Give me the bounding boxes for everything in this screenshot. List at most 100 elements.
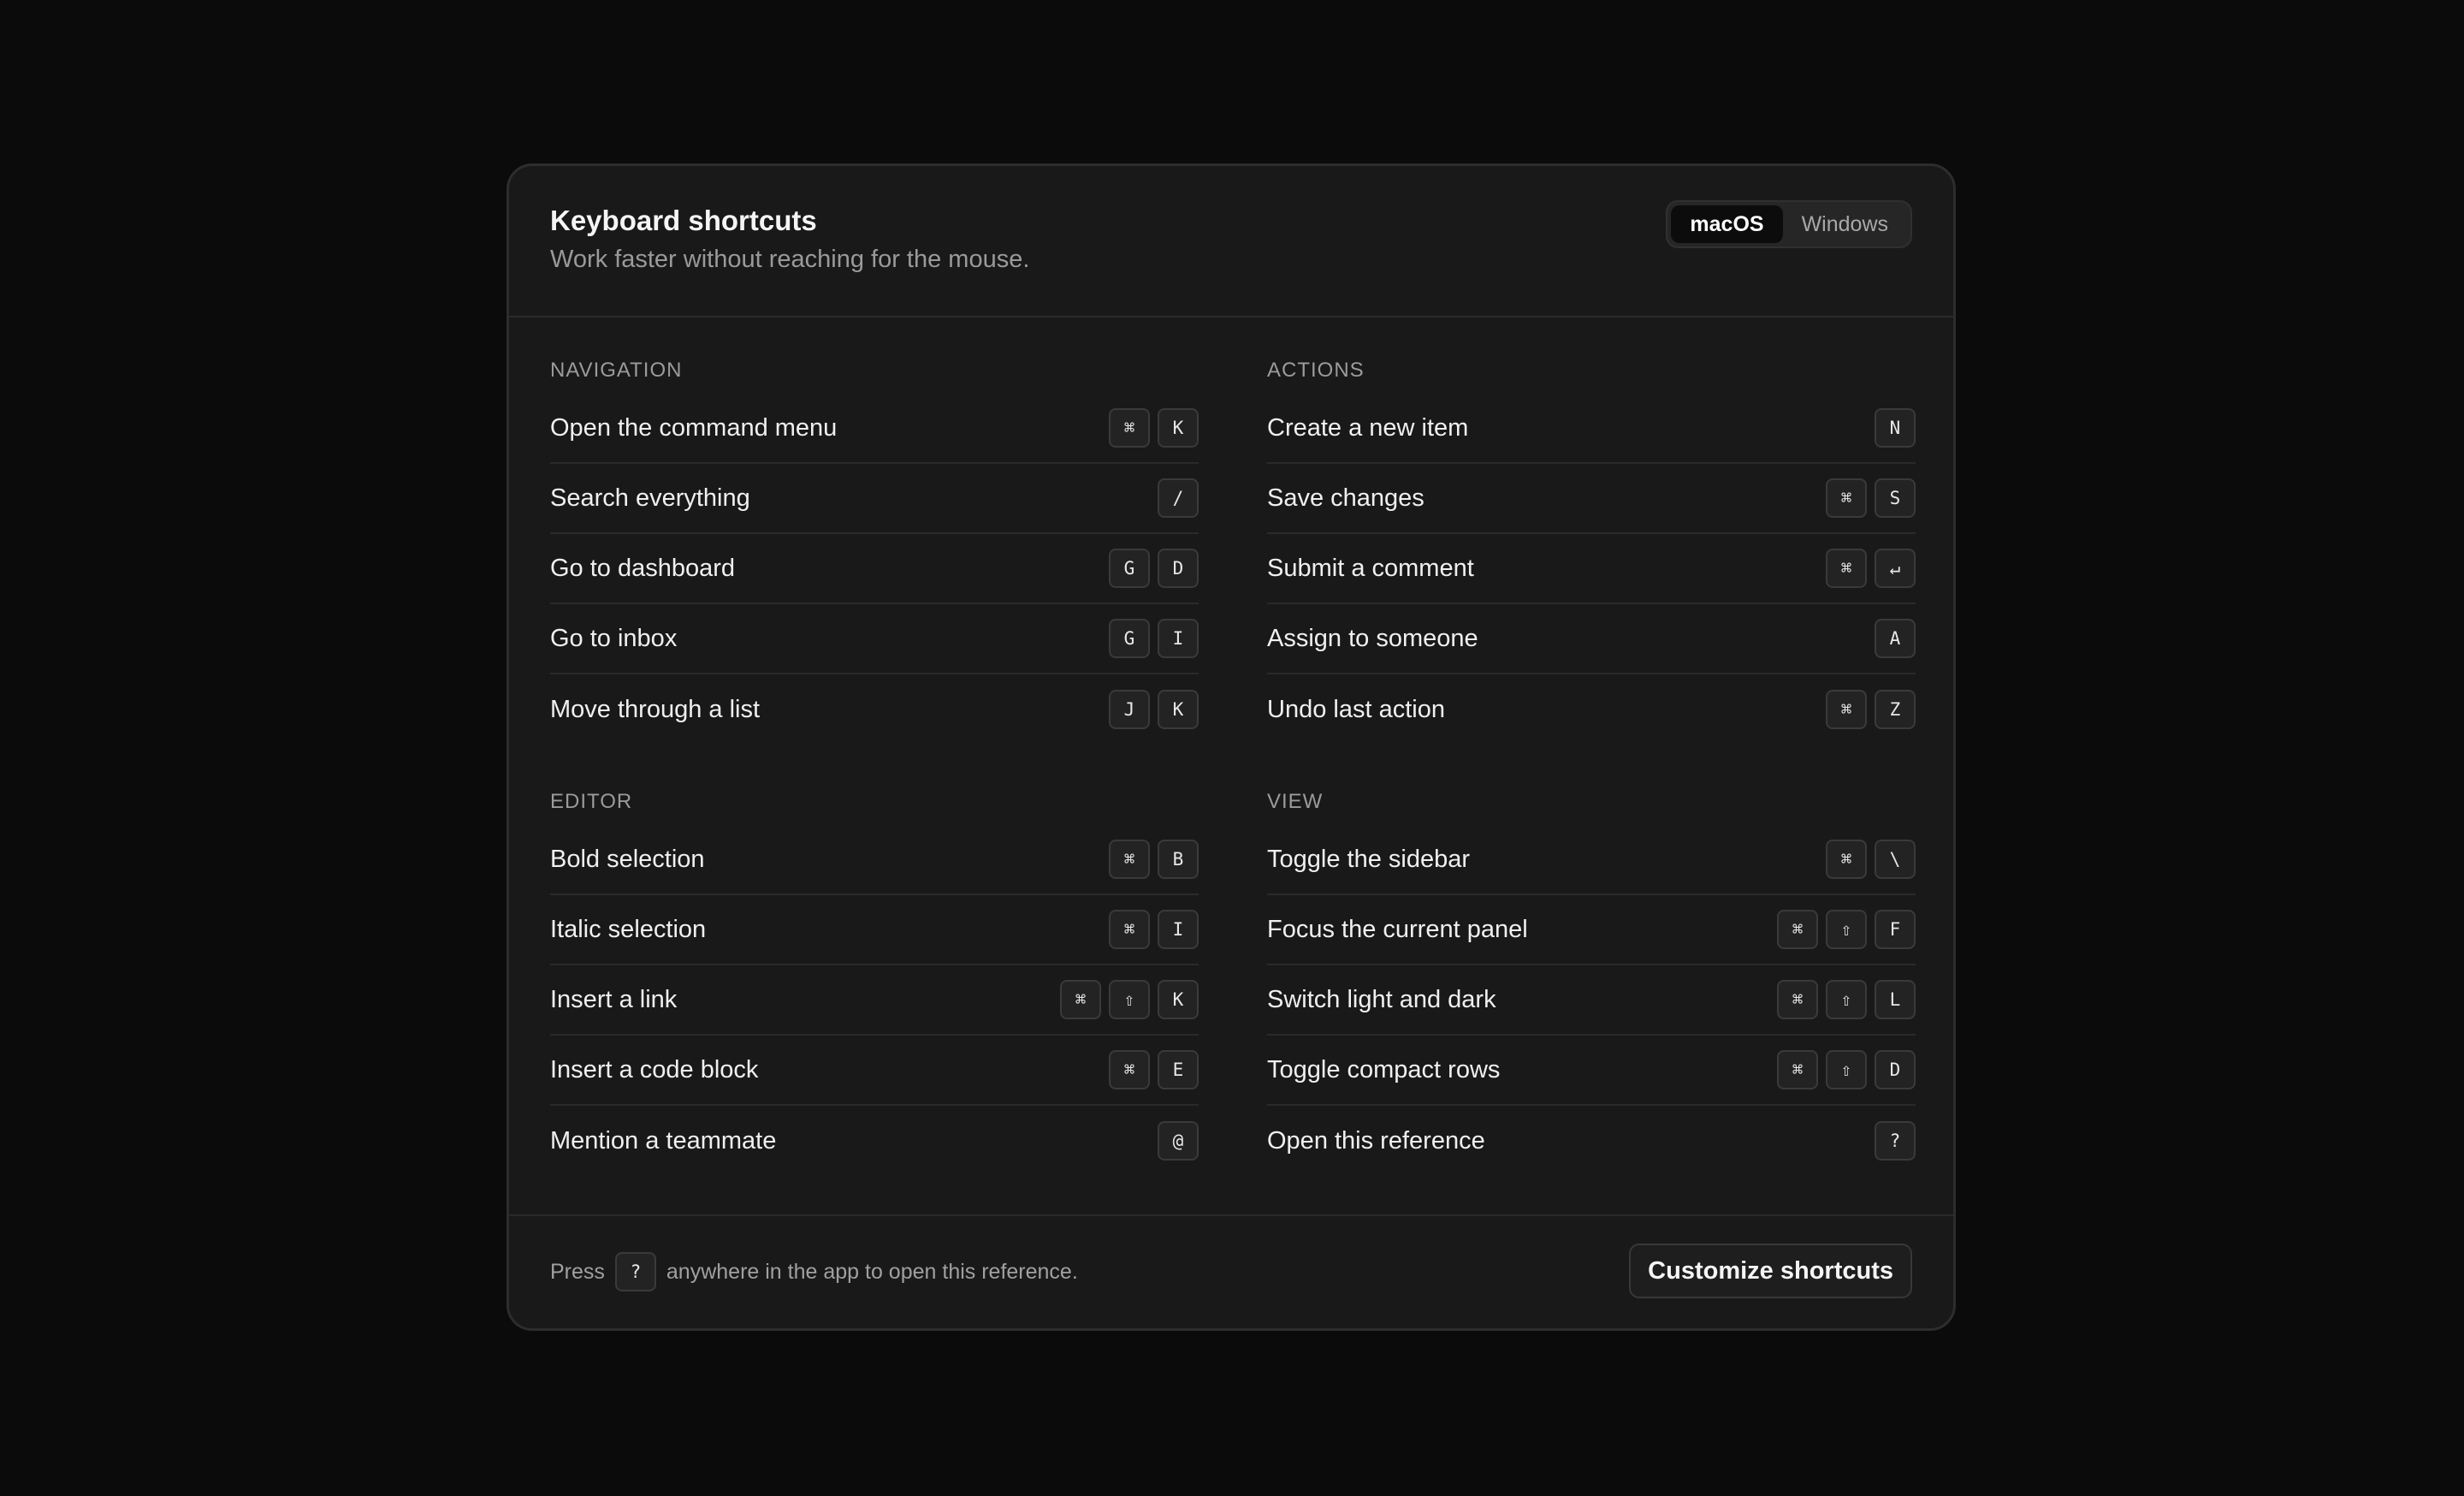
shortcut-list: Bold selection ⌘ B Italic selection ⌘ I Insert… [550,825,1199,1176]
shortcut-row: Toggle compact rows ⌘ ⇧ D [1267,1036,1916,1106]
key-combo: ? [1875,1121,1916,1161]
key-combo: JK [1109,690,1199,729]
key-cap: ⌘ [1777,910,1818,949]
shortcut-row: Mention a teammate @ [550,1106,1199,1176]
shortcut-row: Bold selection ⌘ B [550,825,1199,895]
section-title: VIEW [1267,790,1324,813]
dialog-footer: Press ? anywhere in the app to open this… [509,1214,1953,1328]
key-cap: A [1875,619,1916,658]
shortcut-row: Search everything / [550,464,1199,534]
key-combo: N [1875,408,1916,448]
key-cap: B [1158,840,1199,879]
shortcut-row: Undo last action ⌘ Z [1267,674,1916,745]
key-cap: ⌘ [1109,408,1150,448]
key-cap: @ [1158,1121,1199,1161]
dialog-header: Keyboard shortcuts Work faster without r… [509,166,1953,318]
key-cap: ⌘ [1826,690,1867,729]
key-combo: ⌘ \ [1826,840,1916,879]
shortcut-row: Submit a comment ⌘ ↵ [1267,534,1916,604]
key-cap: ⌘ [1826,549,1867,588]
key-cap: ⇧ [1826,980,1867,1019]
shortcut-row: Go to inbox G I [550,604,1199,674]
key-cap: K [1158,408,1199,448]
shortcut-list: Create a new item N Save changes ⌘ S Submit a… [1267,394,1916,745]
shortcut-row: Save changes ⌘ S [1267,464,1916,534]
key-combo: GI [1109,619,1199,658]
footer-note-prefix: Press [550,1259,605,1284]
shortcut-label: Focus the current panel [1267,915,1528,943]
key-cap: ⌘ [1777,980,1818,1019]
key-combo: ⌘ S [1826,478,1916,518]
key-combo: GD [1109,549,1199,588]
shortcut-label: Go to inbox [550,624,678,652]
key-combo: / [1158,478,1199,518]
key-combo: @ [1158,1121,1199,1161]
shortcut-label: Mention a teammate [550,1126,777,1155]
shortcut-row: Focus the current panel ⌘ ⇧ F [1267,895,1916,965]
shortcut-list: Open the command menu ⌘ K Search everything… [550,394,1199,745]
shortcut-list: Toggle the sidebar ⌘ \ Focus the current pa… [1267,825,1916,1176]
key-cap: Z [1875,690,1916,729]
shortcut-row: Switch light and dark ⌘ ⇧ L [1267,965,1916,1036]
customize-shortcuts-button[interactable]: Customize shortcuts [1629,1244,1912,1298]
key-combo: ⌘ I [1109,910,1199,949]
shortcut-row: Create a new item N [1267,394,1916,464]
key-cap: ⌘ [1060,980,1101,1019]
shortcut-label: Italic selection [550,915,707,943]
shortcut-label: Search everything [550,484,750,512]
key-cap: ⇧ [1826,1050,1867,1089]
shortcut-label: Open the command menu [550,413,838,442]
shortcut-label: Insert a code block [550,1055,759,1083]
section-title: ACTIONS [1267,359,1365,382]
footer-key: ? [614,1252,656,1291]
shortcut-row: Insert a link ⌘ ⇧ K [550,965,1199,1036]
shortcut-label: Toggle the sidebar [1267,845,1470,873]
section-navigation: NAVIGATION Open the command menu ⌘ K Search… [550,356,1199,745]
shortcut-label: Insert a link [550,985,678,1013]
shortcut-label: Assign to someone [1267,624,1478,652]
key-combo: ⌘ E [1109,1050,1199,1089]
key-combo: ⌘ ⇧ K [1060,980,1199,1019]
key-combo: ⌘ Z [1826,690,1916,729]
os-option-macos[interactable]: macOS [1671,205,1783,243]
key-cap: ⇧ [1109,980,1150,1019]
key-cap: ⇧ [1826,910,1867,949]
key-cap: ⌘ [1109,840,1150,879]
key-cap: / [1158,478,1199,518]
shortcut-label: Move through a list [550,695,761,723]
section-title: NAVIGATION [550,359,683,382]
key-cap: G [1109,549,1150,588]
shortcut-row: Go to dashboard G D [550,534,1199,604]
shortcut-sections: NAVIGATION Open the command menu ⌘ K Search… [509,318,1953,1214]
key-combo: A [1875,619,1916,658]
section-editor: EDITOR Bold selection ⌘ B Italic selection ⌘… [550,787,1199,1176]
key-cap: ↵ [1875,549,1916,588]
shortcut-label: Submit a comment [1267,554,1474,582]
key-combo: ⌘ K [1109,408,1199,448]
key-cap: L [1875,980,1916,1019]
key-cap: D [1158,549,1199,588]
key-cap: K [1158,980,1199,1019]
key-cap: ⌘ [1109,1050,1150,1089]
key-combo: ⌘ ⇧ F [1777,910,1916,949]
shortcut-row: Open this reference? [1267,1106,1916,1176]
shortcut-label: Toggle compact rows [1267,1055,1501,1083]
key-cap: \ [1875,840,1916,879]
dialog-subtitle: Work faster without reaching for the mou… [550,246,1030,273]
shortcut-row: Toggle the sidebar ⌘ \ [1267,825,1916,895]
shortcut-label: Open this reference [1267,1126,1485,1155]
key-cap: G [1109,619,1150,658]
key-cap: ⌘ [1777,1050,1818,1089]
shortcut-label: Go to dashboard [550,554,736,582]
os-option-windows[interactable]: Windows [1783,205,1907,243]
shortcut-label: Undo last action [1267,695,1445,723]
key-cap: ⌘ [1109,910,1150,949]
section-view: VIEW Toggle the sidebar ⌘ \ Focus the curre… [1267,787,1916,1176]
shortcut-row: Move through a list J K [550,674,1199,745]
shortcut-label: Switch light and dark [1267,985,1496,1013]
key-cap: D [1875,1050,1916,1089]
section-title: EDITOR [550,790,633,813]
key-cap: ⌘ [1826,478,1867,518]
shortcut-row: Assign to someone A [1267,604,1916,674]
key-cap: E [1158,1050,1199,1089]
